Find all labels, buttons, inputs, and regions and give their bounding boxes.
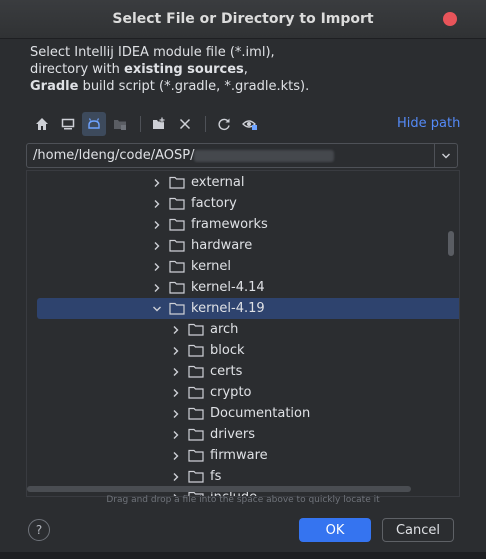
folder-icon xyxy=(169,197,185,210)
drag-drop-hint: Drag and drop a file into the space abov… xyxy=(106,495,380,505)
chevron-right-icon[interactable] xyxy=(170,366,182,378)
show-hidden-icon[interactable] xyxy=(238,112,262,136)
help-button[interactable]: ? xyxy=(28,519,50,541)
chevron-right-icon[interactable] xyxy=(170,471,182,483)
chevron-right-icon[interactable] xyxy=(151,282,163,294)
path-input[interactable]: /home/ldeng/code/AOSP/ xyxy=(27,148,434,163)
description: Select Intellij IDEA module file (*.iml)… xyxy=(30,44,470,95)
module-icon[interactable] xyxy=(108,112,132,136)
tree-row-label: kernel-4.14 xyxy=(191,280,265,295)
window-bottom-edge xyxy=(0,552,486,559)
tree-row-block[interactable]: block xyxy=(27,340,459,361)
gradle-label: Gradle xyxy=(30,79,79,94)
home-icon[interactable] xyxy=(30,112,54,136)
folder-icon xyxy=(169,176,185,189)
folder-icon xyxy=(188,386,204,399)
delete-icon[interactable] xyxy=(173,112,197,136)
tree-row-label: arch xyxy=(210,322,239,337)
folder-icon xyxy=(188,470,204,483)
chevron-right-icon[interactable] xyxy=(170,387,182,399)
tree-row-hardware[interactable]: hardware xyxy=(27,235,459,256)
tree-row-factory[interactable]: factory xyxy=(27,193,459,214)
chevron-right-icon[interactable] xyxy=(151,219,163,231)
title-bar: Select File or Directory to Import xyxy=(0,0,486,39)
tree-row-kernel-4-14[interactable]: kernel-4.14 xyxy=(27,277,459,298)
description-line-1: Select Intellij IDEA module file (*.iml)… xyxy=(30,45,275,60)
chevron-right-icon[interactable] xyxy=(151,177,163,189)
tree-row-firmware[interactable]: firmware xyxy=(27,445,459,466)
tree-row-fs[interactable]: fs xyxy=(27,466,459,487)
tree-row-arch[interactable]: arch xyxy=(27,319,459,340)
tree-row-kernel[interactable]: kernel xyxy=(27,256,459,277)
folder-icon xyxy=(188,449,204,462)
path-value: /home/ldeng/code/AOSP/ xyxy=(33,148,195,163)
chevron-right-icon[interactable] xyxy=(170,324,182,336)
folder-icon xyxy=(169,281,185,294)
tree-row-label: firmware xyxy=(210,448,268,463)
tree-row-kernel-4-19[interactable]: kernel-4.19 xyxy=(37,298,459,319)
chevron-right-icon[interactable] xyxy=(170,429,182,441)
tree-row-certs[interactable]: certs xyxy=(27,361,459,382)
tree-row-label: fs xyxy=(210,469,222,484)
folder-icon xyxy=(169,239,185,252)
chevron-right-icon[interactable] xyxy=(151,240,163,252)
tree-row-label: certs xyxy=(210,364,243,379)
hide-path-link[interactable]: Hide path xyxy=(397,116,460,131)
tree-row-label: external xyxy=(191,175,245,190)
description-line-2-suffix: , xyxy=(243,62,248,77)
tree-row-label: frameworks xyxy=(191,217,268,232)
tree-row-label: kernel-4.19 xyxy=(191,301,265,316)
android-icon[interactable] xyxy=(82,112,106,136)
folder-icon xyxy=(169,218,185,231)
chevron-right-icon[interactable] xyxy=(151,198,163,210)
tree-row-label: block xyxy=(210,343,245,358)
existing-sources-label: existing sources xyxy=(124,62,244,77)
tree-row-label: factory xyxy=(191,196,237,211)
tree-row-label: hardware xyxy=(191,238,253,253)
chevron-right-icon[interactable] xyxy=(151,261,163,273)
folder-icon xyxy=(169,302,185,315)
toolbar-separator xyxy=(205,116,206,132)
tree-row-crypto[interactable]: crypto xyxy=(27,382,459,403)
folder-icon xyxy=(188,365,204,378)
folder-icon xyxy=(188,344,204,357)
chevron-right-icon[interactable] xyxy=(170,408,182,420)
path-redacted xyxy=(194,149,335,162)
toolbar-separator xyxy=(140,116,141,132)
chevron-right-icon[interactable] xyxy=(170,450,182,462)
description-line-2: directory with xyxy=(30,62,125,77)
desktop-icon[interactable] xyxy=(56,112,80,136)
file-chooser-toolbar xyxy=(30,112,460,136)
cancel-button[interactable]: Cancel xyxy=(382,518,454,542)
folder-icon xyxy=(169,260,185,273)
tree-row-label: kernel xyxy=(191,259,232,274)
description-line-3: build script (*.gradle, *.gradle.kts). xyxy=(78,79,310,94)
chevron-down-icon xyxy=(442,153,450,158)
chevron-right-icon[interactable] xyxy=(170,345,182,357)
folder-icon xyxy=(188,407,204,420)
tree-row-label: crypto xyxy=(210,385,252,400)
refresh-icon[interactable] xyxy=(212,112,236,136)
chevron-down-icon[interactable] xyxy=(151,303,163,315)
file-tree[interactable]: external factory frameworks hardware kernel k… xyxy=(26,170,460,497)
folder-icon xyxy=(188,428,204,441)
dialog-title: Select File or Directory to Import xyxy=(112,11,374,27)
tree-row-frameworks[interactable]: frameworks xyxy=(27,214,459,235)
tree-row-documentation[interactable]: Documentation xyxy=(27,403,459,424)
new-folder-icon[interactable] xyxy=(147,112,171,136)
tree-row-external[interactable]: external xyxy=(27,172,459,193)
path-field[interactable]: /home/ldeng/code/AOSP/ xyxy=(26,143,458,168)
tree-row-label: drivers xyxy=(210,427,256,442)
folder-icon xyxy=(188,323,204,336)
path-dropdown-button[interactable] xyxy=(434,144,457,167)
tree-vertical-scrollbar[interactable] xyxy=(448,231,454,256)
ok-button[interactable]: OK xyxy=(299,518,371,542)
tree-horizontal-scrollbar[interactable] xyxy=(27,486,411,492)
close-button[interactable] xyxy=(443,12,457,26)
tree-row-label: Documentation xyxy=(210,406,311,421)
tree-row-drivers[interactable]: drivers xyxy=(27,424,459,445)
